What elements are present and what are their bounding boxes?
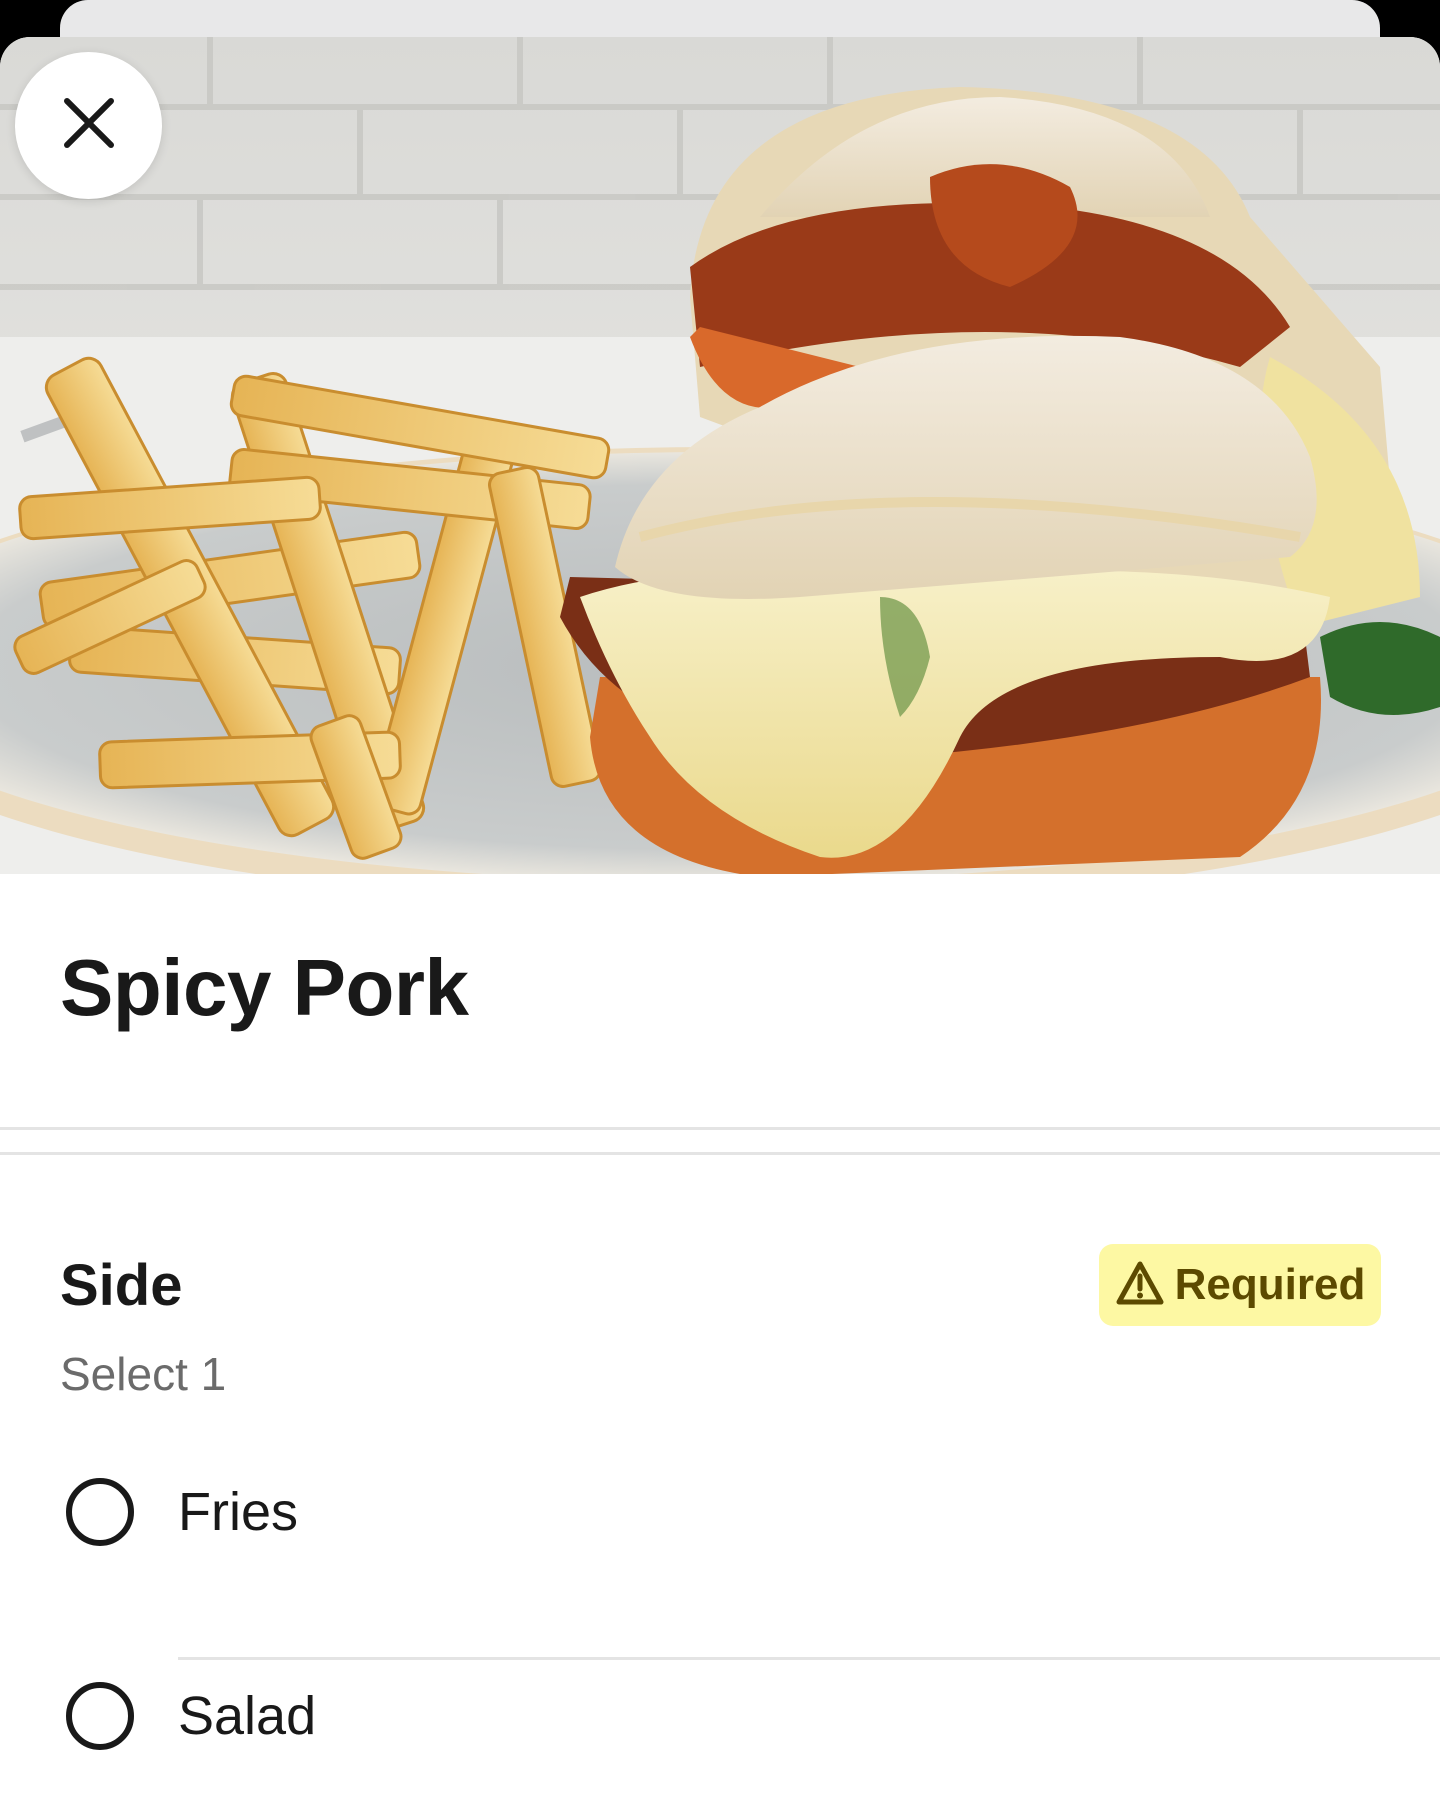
item-title: Spicy Pork: [60, 943, 469, 1032]
item-detail-sheet: Spicy Pork Side Select 1 Required Fries …: [0, 37, 1440, 1800]
radio-button[interactable]: [66, 1478, 134, 1546]
warning-triangle-icon: [1115, 1260, 1165, 1311]
required-badge-label: Required: [1174, 1260, 1366, 1309]
option-fries[interactable]: Fries: [0, 1437, 1440, 1587]
option-salad[interactable]: Salad: [0, 1641, 1440, 1791]
close-button[interactable]: [15, 52, 162, 199]
section-divider: [0, 1127, 1440, 1155]
option-label: Fries: [178, 1482, 298, 1542]
required-badge: Required: [1099, 1244, 1381, 1326]
radio-button[interactable]: [66, 1682, 134, 1750]
option-group-subtitle: Select 1: [60, 1348, 227, 1400]
option-label: Salad: [178, 1686, 317, 1746]
item-photo: [0, 37, 1440, 874]
close-icon: [59, 93, 119, 158]
option-group-title: Side: [60, 1253, 183, 1318]
